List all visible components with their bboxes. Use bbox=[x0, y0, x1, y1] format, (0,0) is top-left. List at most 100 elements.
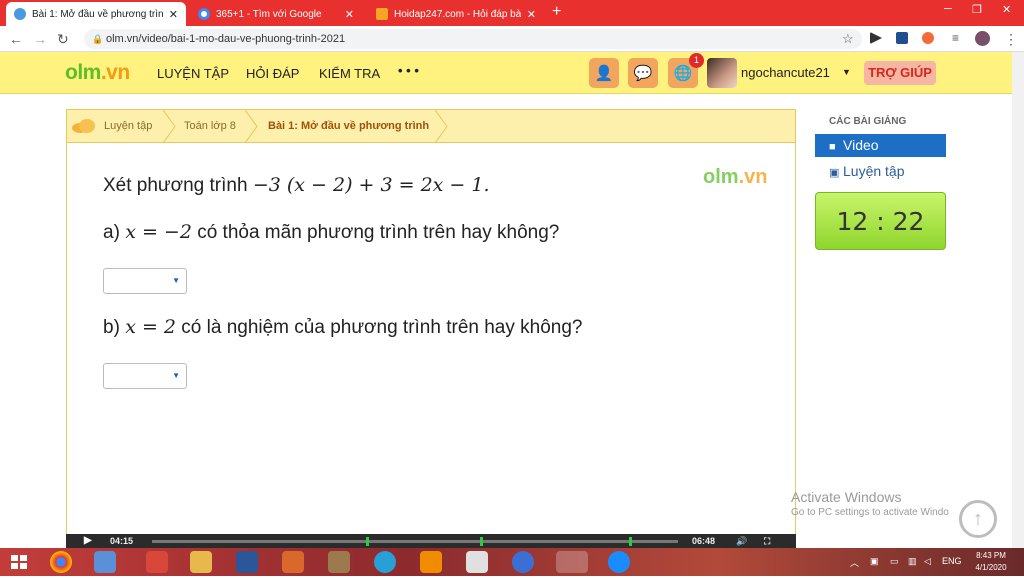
video-camera-icon: ■ bbox=[829, 141, 836, 153]
minimize-icon[interactable]: ─ bbox=[944, 3, 952, 15]
menu-hoi-dap[interactable]: HỎI ĐÁP bbox=[246, 66, 299, 81]
video-marker[interactable] bbox=[629, 537, 632, 546]
breadcrumb-toan-lop-8[interactable]: Toán lớp 8 bbox=[184, 120, 236, 132]
dropdown-arrow-icon: ▼ bbox=[172, 371, 180, 380]
chat-icon[interactable]: 💬 bbox=[628, 58, 658, 88]
answer-a-select[interactable]: ▼ bbox=[103, 268, 187, 294]
page-scrollbar[interactable] bbox=[1012, 52, 1024, 548]
forward-arrow-icon[interactable]: → bbox=[33, 31, 47, 47]
menu-luyen-tap[interactable]: LUYỆN TẬP bbox=[157, 66, 229, 81]
browser-tab-google[interactable]: 365+1 - Tìm với Google ✕ bbox=[190, 2, 362, 26]
answer-b-select[interactable]: ▼ bbox=[103, 363, 187, 389]
media-player-icon[interactable] bbox=[282, 551, 304, 573]
countdown-timer: 12 : 22 bbox=[815, 192, 946, 250]
video-marker[interactable] bbox=[366, 537, 369, 546]
browser-tab-hoidap[interactable]: Hoidap247.com - Hỏi đáp bài tậ ✕ bbox=[368, 2, 544, 26]
url-input[interactable]: 🔒 olm.vn/video/bai-1-mo-dau-ve-phuong-tr… bbox=[84, 29, 862, 49]
username[interactable]: ngochancute21 bbox=[741, 65, 830, 80]
breadcrumb-separator-icon bbox=[245, 110, 258, 143]
dropdown-arrow-icon: ▼ bbox=[172, 276, 180, 285]
question-a-text: có thỏa mãn phương trình trên hay không? bbox=[191, 222, 560, 243]
question-intro-text: Xét phương trình bbox=[103, 175, 253, 196]
control-panel-icon[interactable] bbox=[94, 551, 116, 573]
lesson-panel: Luyện tập Toán lớp 8 Bài 1: Mở đầu về ph… bbox=[66, 109, 796, 549]
tab-title: Hoidap247.com - Hỏi đáp bài tậ bbox=[394, 8, 521, 20]
olm-logo[interactable]: olm.vn bbox=[65, 61, 130, 85]
scroll-to-top-icon[interactable]: ↑ bbox=[959, 500, 997, 538]
clock-date: 4/1/2020 bbox=[975, 563, 1007, 572]
tray-volume-icon[interactable]: ◁ bbox=[924, 556, 931, 567]
avatar[interactable] bbox=[707, 58, 737, 88]
maximize-icon[interactable]: ❐ bbox=[972, 3, 982, 16]
activate-line1: Activate Windows bbox=[791, 489, 902, 505]
taskbar-clock[interactable]: 8:43 PM 4/1/2020 bbox=[966, 550, 1016, 574]
bookmark-star-icon[interactable]: ☆ bbox=[842, 31, 854, 47]
close-icon[interactable]: ✕ bbox=[527, 8, 536, 21]
new-tab-icon[interactable]: + bbox=[552, 3, 561, 21]
language-indicator[interactable]: ENG bbox=[942, 556, 962, 566]
vlc-icon[interactable] bbox=[420, 551, 442, 573]
cloud-icon bbox=[72, 119, 95, 133]
fullscreen-icon[interactable]: ⛶ bbox=[764, 536, 770, 547]
help-button[interactable]: TRỢ GIÚP bbox=[864, 61, 936, 85]
sidebar-item-label: Luyện tập bbox=[843, 163, 905, 179]
game-app-icon[interactable] bbox=[146, 551, 168, 573]
calculator-icon[interactable] bbox=[466, 551, 488, 573]
lock-icon: 🔒 bbox=[92, 34, 104, 44]
menu-kiem-tra[interactable]: KIỂM TRA bbox=[319, 66, 380, 81]
logo-text: olm bbox=[65, 61, 101, 84]
breadcrumb: Luyện tập Toán lớp 8 Bài 1: Mở đầu về ph… bbox=[67, 110, 795, 143]
extension-j-icon[interactable] bbox=[896, 32, 908, 44]
sidebar-item-label: Video bbox=[843, 137, 879, 153]
extension-play-icon[interactable] bbox=[870, 32, 882, 44]
tray-power-icon[interactable]: ▭ bbox=[890, 556, 899, 567]
windows-start-icon[interactable] bbox=[8, 551, 30, 573]
menu-more[interactable]: • • • bbox=[398, 63, 419, 78]
volume-icon[interactable]: 🔊 bbox=[736, 536, 747, 547]
media-list-icon[interactable]: ≡ bbox=[952, 31, 959, 45]
tab-title: Bài 1: Mở đầu về phương trình - bbox=[32, 8, 163, 20]
question-b-text: có là nghiệm của phương trình trên hay k… bbox=[176, 317, 583, 338]
sidebar-title: CÁC BÀI GIẢNG bbox=[829, 116, 907, 127]
chrome-active-icon[interactable] bbox=[556, 551, 588, 573]
windows-taskbar: ︿ ▣ ▭ ▥ ◁ ENG 8:43 PM 4/1/2020 bbox=[0, 548, 1024, 576]
add-friend-icon[interactable]: 👤 bbox=[589, 58, 619, 88]
current-time: 04:15 bbox=[110, 536, 134, 546]
tray-chevron-icon[interactable]: ︿ bbox=[850, 556, 859, 569]
video-controls: ▶ 04:15 06:48 🔊 ⛶ bbox=[66, 534, 796, 548]
sidebar-item-video[interactable]: ■ Video bbox=[815, 134, 946, 157]
watermark-suffix: .vn bbox=[738, 166, 768, 188]
paint-icon[interactable] bbox=[328, 551, 350, 573]
close-icon[interactable]: ✕ bbox=[345, 8, 354, 21]
tray-network-icon[interactable]: ▥ bbox=[908, 556, 917, 567]
reload-icon[interactable]: ↻ bbox=[57, 31, 69, 48]
equation: −3 (x − 2) + 3 = 2x − 1. bbox=[252, 174, 490, 196]
breadcrumb-luyen-tap[interactable]: Luyện tập bbox=[104, 120, 152, 132]
network-app-icon[interactable] bbox=[512, 551, 534, 573]
breadcrumb-separator-icon bbox=[435, 110, 448, 143]
video-marker[interactable] bbox=[480, 537, 483, 546]
profile-avatar-icon[interactable] bbox=[975, 31, 990, 46]
word-icon[interactable] bbox=[236, 551, 258, 573]
play-square-icon: ▣ bbox=[829, 167, 840, 179]
chevron-down-icon[interactable]: ▼ bbox=[842, 67, 851, 77]
play-icon[interactable]: ▶ bbox=[84, 535, 92, 546]
close-icon[interactable]: ✕ bbox=[169, 8, 178, 21]
video-progress-track[interactable] bbox=[152, 540, 678, 543]
zalo-icon[interactable] bbox=[608, 551, 630, 573]
browser-menu-icon[interactable]: ⋮ bbox=[1004, 31, 1018, 48]
notification-badge: 1 bbox=[689, 53, 704, 68]
extension-dot-icon[interactable] bbox=[922, 32, 934, 44]
file-explorer-icon[interactable] bbox=[190, 551, 212, 573]
browser-app-icon[interactable] bbox=[374, 551, 396, 573]
back-arrow-icon[interactable]: ← bbox=[9, 31, 23, 47]
question-a-label: a) bbox=[103, 222, 126, 243]
browser-tab-olm[interactable]: Bài 1: Mở đầu về phương trình - ✕ bbox=[6, 2, 186, 26]
sidebar-item-luyen-tap[interactable]: ▣ Luyện tập bbox=[815, 160, 946, 183]
tray-app-icon[interactable]: ▣ bbox=[870, 556, 879, 567]
chrome-icon[interactable] bbox=[50, 551, 72, 573]
window-close-icon[interactable]: ✕ bbox=[1002, 3, 1011, 16]
tab-title: 365+1 - Tìm với Google bbox=[216, 8, 322, 20]
question-b: b) x = 2 có là nghiệm của phương trình t… bbox=[103, 316, 583, 339]
url-text: olm.vn/video/bai-1-mo-dau-ve-phuong-trin… bbox=[106, 33, 346, 45]
